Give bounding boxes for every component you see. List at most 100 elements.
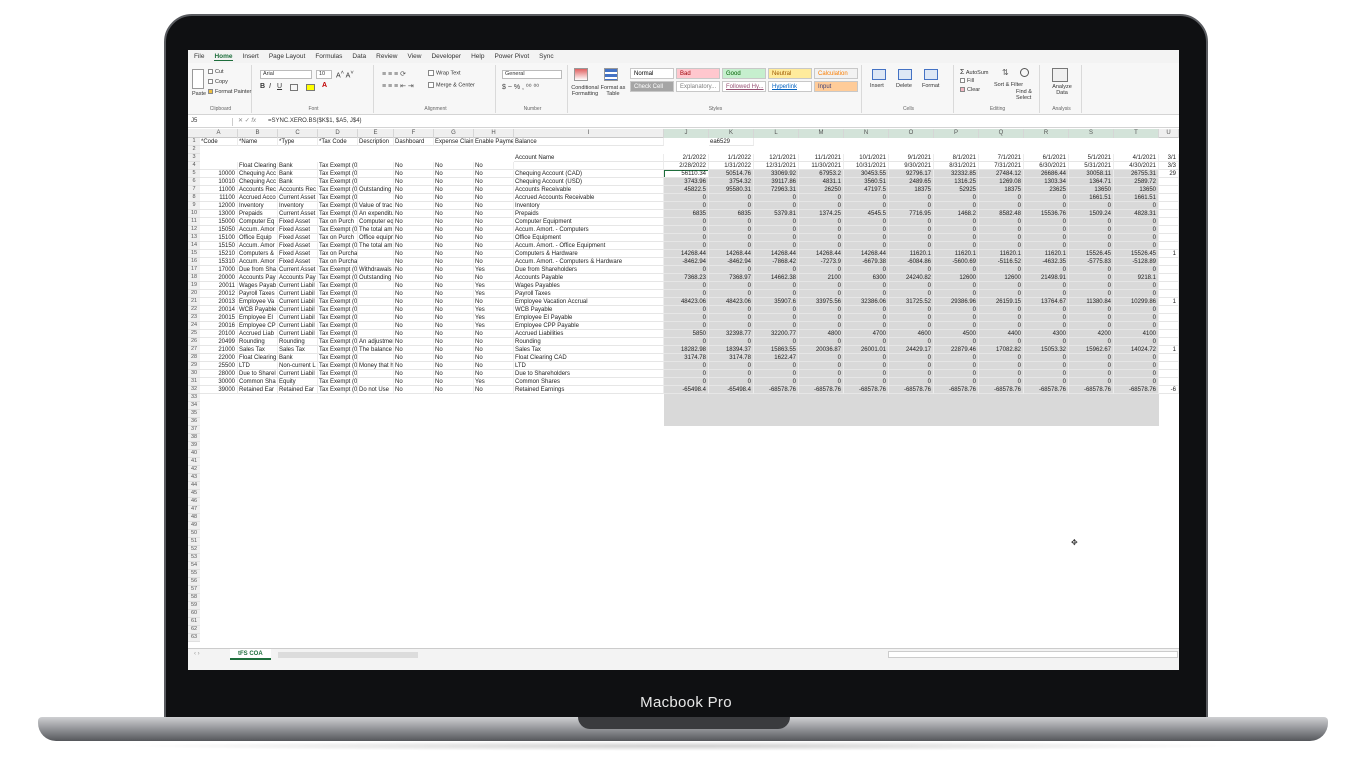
menu-tab-data[interactable]: Data [352, 53, 366, 60]
balance-cell[interactable]: 1622.47 [754, 354, 799, 362]
balance-cell[interactable]: 0 [799, 290, 844, 298]
date-end-cell[interactable]: 3/3 [1159, 162, 1179, 170]
name-box[interactable]: J5 [191, 118, 233, 126]
row-header[interactable]: 53 [188, 554, 200, 562]
balance-cell[interactable]: 21498.91 [1024, 274, 1069, 282]
balance-cell[interactable]: 0 [889, 290, 934, 298]
balance-cell[interactable]: 0 [844, 370, 889, 378]
align-left-icons[interactable]: ≡ ≡ ≡ ⇤ ⇥ [382, 82, 414, 90]
balance-cell[interactable]: 0 [1024, 306, 1069, 314]
account-cell[interactable]: Accounts Pay [278, 274, 318, 282]
header-cell[interactable]: Expense Claims [434, 138, 474, 146]
balance-cell[interactable]: -7273.9 [799, 258, 844, 266]
balance-cell[interactable]: 13764.67 [1024, 298, 1069, 306]
account-cell[interactable]: No [434, 250, 474, 258]
column-header-C[interactable]: C [278, 129, 318, 138]
account-cell[interactable]: No [474, 362, 514, 370]
balance-cell[interactable]: 0 [664, 282, 709, 290]
account-cell[interactable]: No [394, 186, 434, 194]
account-cell[interactable]: Float Clearing [238, 354, 278, 362]
balance-cell[interactable]: 0 [1024, 314, 1069, 322]
balance-cell[interactable]: 4200 [1069, 330, 1114, 338]
delete-cells-icon[interactable] [898, 69, 912, 80]
account-cell[interactable]: No [394, 266, 434, 274]
account-cell[interactable]: 20100 [200, 330, 238, 338]
account-cell[interactable]: No [394, 258, 434, 266]
date-end-cell[interactable]: 6/30/2021 [1024, 162, 1069, 170]
column-header-K[interactable]: K [709, 129, 754, 138]
account-cell[interactable]: Retained Ear [238, 386, 278, 394]
balance-cell[interactable]: 1 [1159, 346, 1179, 354]
balance-cell[interactable]: 0 [934, 226, 979, 234]
balance-cell[interactable]: 0 [1024, 290, 1069, 298]
row-header[interactable]: 3 [188, 154, 200, 162]
balance-cell[interactable]: 0 [934, 242, 979, 250]
account-cell[interactable]: No [434, 306, 474, 314]
account-cell[interactable]: Accounts Receivable [514, 186, 664, 194]
format-button[interactable]: Format [922, 83, 939, 89]
balance-cell[interactable]: 0 [709, 234, 754, 242]
row-header[interactable]: 19 [188, 282, 200, 290]
account-cell[interactable]: No [394, 362, 434, 370]
account-cell[interactable]: No [394, 386, 434, 394]
balance-cell[interactable]: 0 [754, 362, 799, 370]
balance-cell[interactable] [1159, 322, 1179, 330]
account-cell[interactable]: 15150 [200, 242, 238, 250]
balance-cell[interactable]: 0 [1069, 306, 1114, 314]
bold-button[interactable]: B [260, 83, 265, 90]
account-cell[interactable]: Tax Exempt (0%) [318, 274, 358, 282]
balance-cell[interactable]: 0 [1024, 266, 1069, 274]
row-header[interactable]: 63 [188, 634, 200, 642]
balance-cell[interactable]: 0 [889, 354, 934, 362]
date-start-cell[interactable]: 10/1/2021 [844, 154, 889, 162]
row-header[interactable]: 33 [188, 394, 200, 402]
cell-k1[interactable]: ea6529 [709, 138, 754, 146]
balance-cell[interactable]: 4300 [1024, 330, 1069, 338]
balance-cell[interactable]: 0 [664, 322, 709, 330]
balance-cell[interactable]: 0 [979, 202, 1024, 210]
row-header[interactable]: 1 [188, 138, 200, 146]
balance-cell[interactable]: 0 [709, 314, 754, 322]
balance-cell[interactable]: 0 [709, 290, 754, 298]
balance-cell[interactable]: 0 [1024, 226, 1069, 234]
date-start-cell[interactable]: 9/1/2021 [889, 154, 934, 162]
date-end-cell[interactable]: 2/28/2022 [664, 162, 709, 170]
account-cell[interactable]: 20499 [200, 338, 238, 346]
account-cell[interactable]: The total am [358, 226, 394, 234]
balance-cell[interactable]: 0 [979, 314, 1024, 322]
balance-cell[interactable]: 12600 [979, 274, 1024, 282]
balance-cell[interactable]: 18375 [979, 186, 1024, 194]
account-cell[interactable]: 15210 [200, 250, 238, 258]
balance-cell[interactable]: 4828.31 [1114, 210, 1159, 218]
account-cell[interactable] [358, 370, 394, 378]
account-cell[interactable]: Tax Exempt (0%) [318, 378, 358, 386]
column-header-R[interactable]: R [1024, 129, 1069, 138]
balance-cell[interactable]: 0 [934, 362, 979, 370]
style-bad[interactable]: Bad [676, 68, 720, 79]
balance-cell[interactable]: 48423.06 [664, 298, 709, 306]
balance-cell[interactable]: 1316.25 [934, 178, 979, 186]
account-cell[interactable]: Chequing Acc [238, 170, 278, 178]
balance-cell[interactable] [1159, 338, 1179, 346]
account-cell[interactable]: No [394, 298, 434, 306]
balance-cell[interactable]: 1303.34 [1024, 178, 1069, 186]
fill-button[interactable]: Fill [960, 78, 974, 84]
account-cell[interactable] [358, 298, 394, 306]
balance-cell[interactable] [1159, 330, 1179, 338]
balance-cell[interactable]: 0 [889, 314, 934, 322]
account-cell[interactable]: No [394, 202, 434, 210]
balance-cell[interactable]: 0 [844, 290, 889, 298]
balance-cell[interactable]: 1661.51 [1069, 194, 1114, 202]
date-end-cell[interactable]: 5/31/2021 [1069, 162, 1114, 170]
menu-tab-formulas[interactable]: Formulas [315, 53, 342, 60]
account-cell[interactable]: Computer eq [358, 218, 394, 226]
account-cell[interactable]: No [394, 218, 434, 226]
balance-cell[interactable]: 0 [799, 362, 844, 370]
row-header[interactable]: 14 [188, 242, 200, 250]
account-cell[interactable]: Bank [278, 354, 318, 362]
account-cell[interactable]: Current Liabil [278, 298, 318, 306]
style-hyperlink[interactable]: Hyperlink [768, 81, 812, 92]
balance-cell[interactable]: 0 [709, 194, 754, 202]
balance-cell[interactable]: 0 [844, 314, 889, 322]
account-cell[interactable]: No [434, 186, 474, 194]
